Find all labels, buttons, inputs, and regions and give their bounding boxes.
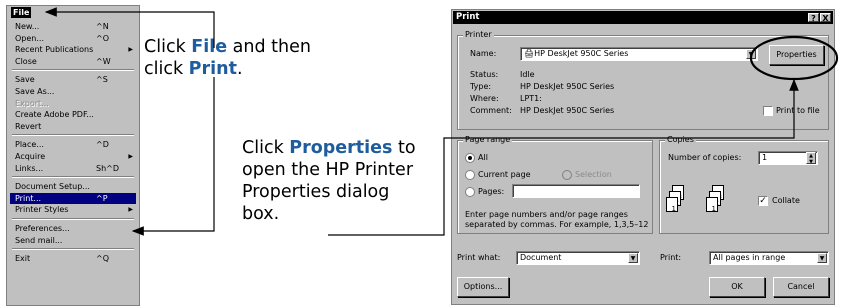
properties-highlight-oval [749,35,839,81]
arrow-to-properties [328,78,799,236]
arrow-to-print-item [131,77,215,236]
arrow-to-file-menu [44,7,215,48]
annotation-layer [44,7,839,236]
